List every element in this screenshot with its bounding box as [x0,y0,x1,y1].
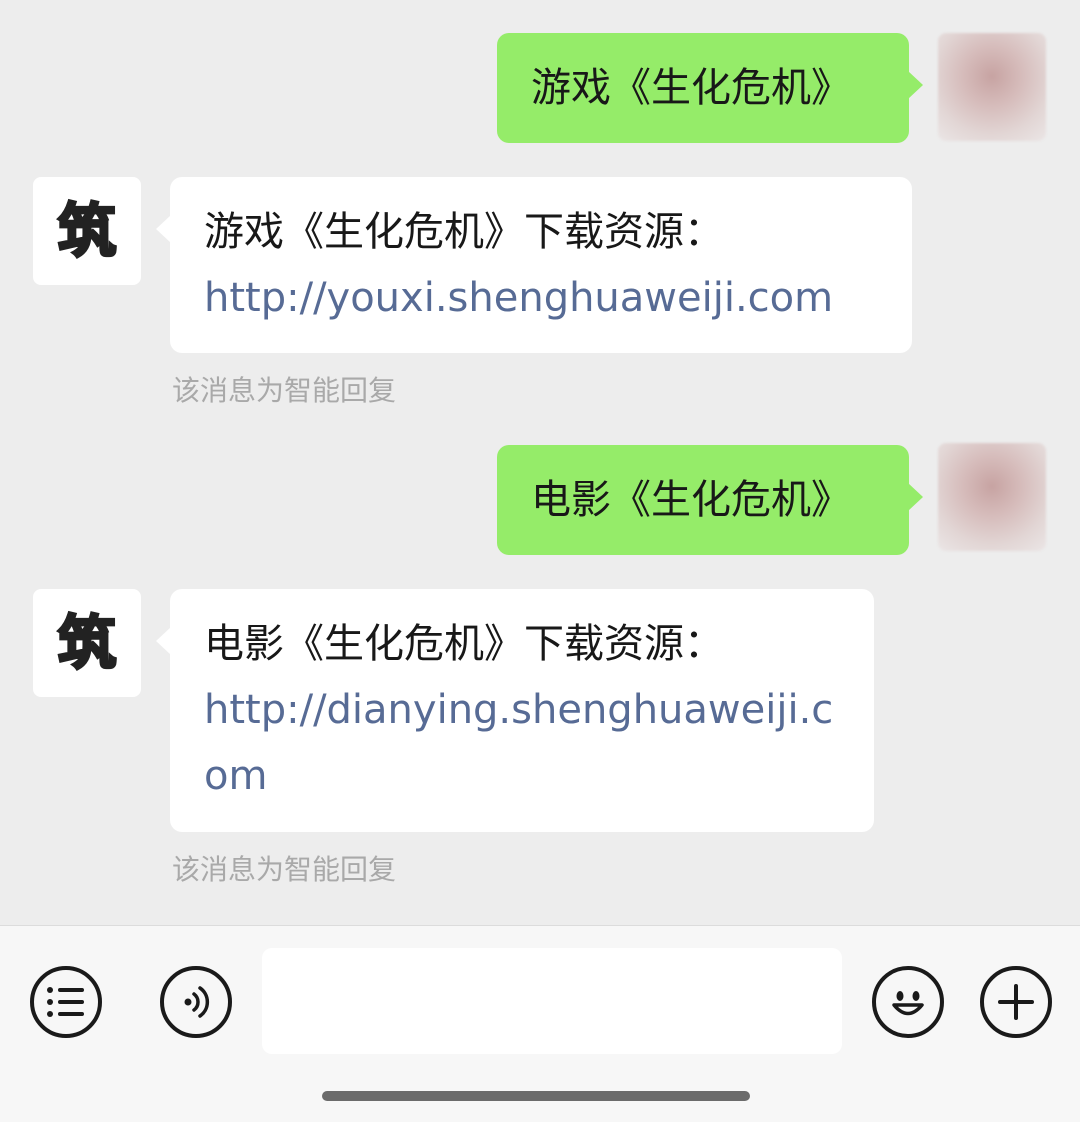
menu-list-icon [47,987,84,1017]
message-input[interactable] [262,948,842,1054]
received-message-bubble[interactable]: 电影《生化危机》下载资源： http://dianying.shenghuawe… [156,589,874,832]
message-text: 电影《生化危机》下载资源： [204,621,724,667]
received-message-bubble[interactable]: 游戏《生化危机》下载资源： http://youxi.shenghuaweiji… [156,177,912,353]
sent-message-bubble[interactable]: 电影《生化危机》 [497,445,923,555]
menu-button[interactable] [30,966,102,1038]
bot-avatar[interactable]: 筑 [33,177,141,285]
plus-icon [998,984,1034,1020]
smart-reply-notice: 该消息为智能回复 [172,853,397,886]
user-avatar[interactable] [938,443,1046,551]
message-text: 游戏《生化危机》下载资源： [204,209,724,255]
bot-logo-text: 筑 [56,609,117,677]
message-text: 游戏《生化危机》 [531,65,851,111]
message-list[interactable]: 游戏《生化危机》 筑 游戏《生化危机》下载资源： http://youxi.sh… [0,0,1080,925]
voice-icon [184,986,210,1018]
chat-screen: 游戏《生化危机》 筑 游戏《生化危机》下载资源： http://youxi.sh… [0,0,1080,1122]
message-link[interactable]: http://dianying.shenghuaweiji.com [204,677,840,809]
message-link[interactable]: http://youxi.shenghuaweiji.com [204,265,878,331]
voice-button[interactable] [160,966,232,1038]
more-button[interactable] [980,966,1052,1038]
user-avatar[interactable] [938,33,1046,141]
message-text: 电影《生化危机》 [531,477,851,523]
input-bar [0,925,1080,1122]
sent-message-bubble[interactable]: 游戏《生化危机》 [497,33,923,143]
emoji-icon [892,991,924,1016]
emoji-button[interactable] [872,966,944,1038]
home-indicator [322,1091,750,1101]
bot-avatar[interactable]: 筑 [33,589,141,697]
smart-reply-notice: 该消息为智能回复 [172,374,397,407]
bot-logo-text: 筑 [56,197,117,265]
